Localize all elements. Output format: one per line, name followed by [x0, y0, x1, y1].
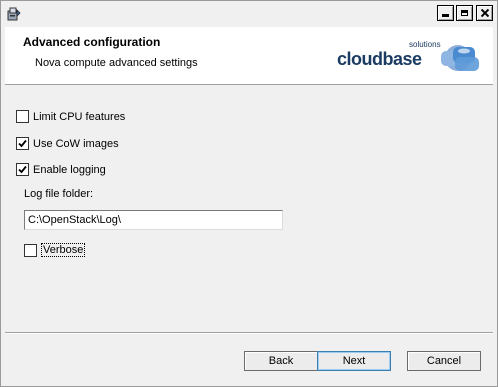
verbose-label: Verbose	[41, 243, 86, 257]
svg-text:solutions: solutions	[409, 40, 441, 49]
page-subtitle: Nova compute advanced settings	[35, 57, 198, 69]
enable-logging-label: Enable logging	[33, 163, 106, 176]
close-button[interactable]	[476, 5, 493, 21]
title-bar	[1, 1, 497, 27]
close-icon	[480, 9, 489, 17]
checkmark-icon	[18, 165, 27, 174]
minimize-button[interactable]	[437, 5, 454, 21]
enable-logging-checkbox[interactable]	[16, 163, 29, 176]
back-button[interactable]: Back	[244, 351, 318, 371]
minimize-icon	[442, 13, 449, 17]
header-banner: Advanced configuration Nova compute adva…	[5, 27, 493, 85]
maximize-icon	[461, 10, 468, 16]
use-cow-option[interactable]: Use CoW images	[16, 137, 119, 150]
log-folder-label: Log file folder:	[24, 188, 94, 200]
verbose-checkbox[interactable]	[24, 243, 37, 257]
enable-logging-option[interactable]: Enable logging	[16, 163, 106, 176]
limit-cpu-checkbox[interactable]	[16, 110, 29, 123]
cloudbase-logo: solutions cloudbase	[337, 40, 479, 71]
maximize-button[interactable]	[456, 5, 473, 21]
footer-divider	[5, 332, 493, 334]
limit-cpu-label: Limit CPU features	[33, 110, 126, 123]
limit-cpu-option[interactable]: Limit CPU features	[16, 110, 125, 123]
use-cow-label: Use CoW images	[33, 137, 119, 150]
svg-text:cloudbase: cloudbase	[337, 49, 422, 69]
next-button[interactable]: Next	[317, 351, 391, 371]
installer-icon	[6, 6, 22, 22]
use-cow-checkbox[interactable]	[16, 137, 29, 150]
cancel-button[interactable]: Cancel	[407, 351, 481, 371]
verbose-option[interactable]: Verbose	[24, 243, 86, 257]
checkmark-icon	[18, 139, 27, 148]
log-folder-input[interactable]	[24, 210, 283, 230]
page-title: Advanced configuration	[23, 35, 161, 49]
installer-window: Advanced configuration Nova compute adva…	[0, 0, 498, 387]
